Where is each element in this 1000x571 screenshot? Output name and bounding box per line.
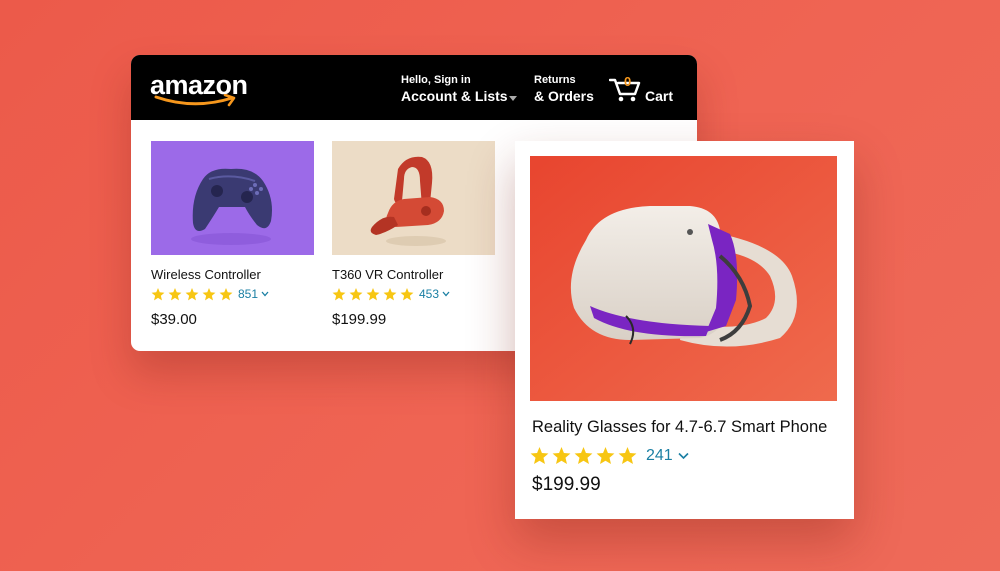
star-icon (618, 447, 637, 465)
star-rating[interactable]: 851 (151, 287, 269, 301)
cart-count-badge: 0 (624, 74, 632, 89)
header-bar: amazon Hello, Sign in Account & Lists Re… (131, 55, 697, 120)
star-icon (552, 447, 571, 465)
account-lists-label: Account & Lists (401, 88, 508, 104)
star-icon (332, 287, 346, 300)
star-icon (185, 287, 199, 300)
star-rating[interactable]: 241 (530, 446, 689, 466)
product-image-vr-controller[interactable] (332, 141, 495, 255)
star-icon (202, 287, 216, 300)
chevron-down-icon[interactable] (261, 291, 269, 297)
featured-product-card[interactable]: Reality Glasses for 4.7-6.7 Smart Phone … (515, 141, 854, 519)
star-icon (383, 287, 397, 300)
product-title[interactable]: Wireless Controller (151, 267, 261, 282)
stars (151, 287, 233, 301)
chevron-down-icon[interactable] (442, 291, 450, 297)
product-image-gamepad[interactable] (151, 141, 314, 255)
chevron-down-icon[interactable] (678, 452, 689, 460)
star-icon (219, 287, 233, 300)
product-image-vr-headset[interactable] (530, 156, 837, 401)
star-icon (530, 447, 549, 465)
orders-label: & Orders (534, 88, 594, 104)
stars (332, 287, 414, 301)
star-icon (151, 287, 165, 300)
star-icon (366, 287, 380, 300)
cart-label: Cart (645, 88, 674, 104)
amazon-logo[interactable]: amazon (150, 70, 260, 110)
product-title[interactable]: T360 VR Controller (332, 267, 443, 282)
star-icon (574, 447, 593, 465)
product-price: $199.99 (532, 474, 601, 495)
review-count[interactable]: 851 (238, 287, 258, 301)
stars (530, 447, 637, 465)
greeting-text: Hello, Sign in (401, 74, 471, 86)
caret-down-icon (509, 96, 517, 101)
star-icon (168, 287, 182, 300)
product-title[interactable]: Reality Glasses for 4.7-6.7 Smart Phone (532, 418, 827, 437)
review-count[interactable]: 241 (646, 447, 673, 465)
product-price: $39.00 (151, 311, 197, 328)
star-icon (596, 447, 615, 465)
smile-arrow-icon (154, 94, 236, 107)
star-icon (349, 287, 363, 300)
product-price: $199.99 (332, 311, 387, 328)
returns-text: Returns (534, 74, 576, 86)
review-count[interactable]: 453 (419, 287, 439, 301)
star-rating[interactable]: 453 (332, 287, 450, 301)
star-icon (400, 287, 414, 300)
